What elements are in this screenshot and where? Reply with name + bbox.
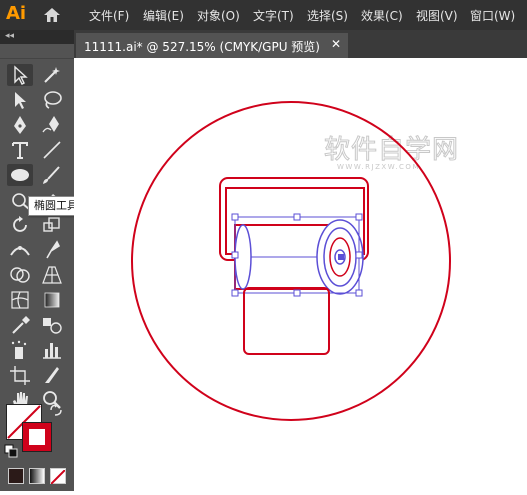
shape-builder-icon bbox=[10, 267, 30, 283]
menu-view[interactable]: 视图(V) bbox=[416, 7, 458, 24]
artboard-icon bbox=[10, 366, 30, 385]
column-graph-tool[interactable] bbox=[39, 339, 65, 361]
magic-wand-tool[interactable] bbox=[39, 64, 65, 86]
app-logo: Ai bbox=[6, 3, 27, 24]
free-transform-icon bbox=[46, 240, 61, 259]
menu-window[interactable]: 窗口(W) bbox=[470, 7, 515, 24]
symbol-sprayer-tool[interactable] bbox=[7, 339, 33, 361]
line-tool[interactable] bbox=[39, 139, 65, 161]
eyedropper-icon bbox=[12, 316, 30, 334]
color-mode-button[interactable] bbox=[8, 468, 24, 484]
none-mode-button[interactable] bbox=[50, 468, 66, 485]
menu-edit[interactable]: 编辑(E) bbox=[143, 7, 184, 24]
width-tool[interactable] bbox=[7, 239, 33, 261]
slice-icon bbox=[45, 367, 59, 383]
perspective-grid-icon bbox=[42, 266, 62, 284]
menu-object[interactable]: 对象(O) bbox=[197, 7, 240, 24]
column-graph-icon bbox=[43, 343, 61, 359]
collapse-panel-icon[interactable]: ◂◂ bbox=[5, 31, 14, 41]
eyedropper-tool[interactable] bbox=[7, 314, 33, 336]
ellipse-tool[interactable] bbox=[7, 164, 33, 186]
menu-bar: Ai 文件(F) 编辑(E) 对象(O) 文字(T) 选择(S) 效果(C) 视… bbox=[0, 0, 527, 30]
rotate-tool[interactable] bbox=[7, 214, 33, 236]
none-slash-icon bbox=[50, 469, 66, 485]
toolbar-header: ◂◂ bbox=[0, 30, 74, 44]
direct-selection-icon bbox=[15, 92, 26, 109]
gradient-tool[interactable] bbox=[39, 289, 65, 311]
perspective-grid-tool[interactable] bbox=[39, 264, 65, 286]
blend-tool[interactable] bbox=[39, 314, 65, 336]
toolbar-divider bbox=[0, 58, 74, 59]
mesh-tool[interactable] bbox=[7, 289, 33, 311]
width-icon bbox=[10, 246, 30, 256]
blend-icon bbox=[43, 318, 62, 334]
swap-colors-icon[interactable] bbox=[48, 402, 64, 418]
close-icon[interactable]: ✕ bbox=[331, 37, 341, 51]
tools-panel bbox=[0, 44, 74, 491]
paintbrush-tool[interactable] bbox=[39, 164, 65, 186]
lasso-tool[interactable] bbox=[39, 89, 65, 111]
symbol-sprayer-icon bbox=[11, 340, 27, 359]
menu-type[interactable]: 文字(T) bbox=[253, 7, 294, 24]
paintbrush-icon bbox=[43, 166, 60, 184]
gradient-icon bbox=[44, 292, 60, 308]
line-segment-icon bbox=[43, 141, 61, 159]
watermark-url: WWW.RJZXW.COM bbox=[337, 163, 420, 171]
type-icon bbox=[12, 142, 28, 159]
gradient-mode-button[interactable] bbox=[29, 468, 45, 484]
free-transform-tool[interactable] bbox=[39, 239, 65, 261]
pen-icon bbox=[14, 116, 26, 134]
lasso-icon bbox=[44, 91, 62, 109]
menu-select[interactable]: 选择(S) bbox=[307, 7, 348, 24]
artwork: 软件自学网 WWW.RJZXW.COM bbox=[131, 101, 459, 421]
rotate-icon bbox=[13, 216, 27, 232]
document-tab[interactable]: 11111.ai* @ 527.15% (CMYK/GPU 预览) ✕ bbox=[76, 33, 348, 58]
artboard-canvas[interactable]: 软件自学网 WWW.RJZXW.COM bbox=[74, 58, 527, 491]
default-colors-icon[interactable] bbox=[4, 443, 18, 458]
curvature-pen-icon bbox=[42, 116, 59, 133]
bottom-box[interactable] bbox=[243, 287, 330, 355]
curvature-tool[interactable] bbox=[39, 114, 65, 136]
selection-tool[interactable] bbox=[7, 64, 33, 86]
stroke-swatch[interactable] bbox=[22, 422, 52, 452]
magic-wand-icon bbox=[44, 67, 60, 83]
ellipse-icon bbox=[11, 169, 29, 181]
scale-icon bbox=[43, 217, 60, 232]
menu-effect[interactable]: 效果(C) bbox=[361, 7, 403, 24]
type-tool[interactable] bbox=[7, 139, 33, 161]
scale-tool[interactable] bbox=[39, 214, 65, 236]
pen-tool[interactable] bbox=[7, 114, 33, 136]
artboard-tool[interactable] bbox=[7, 364, 33, 386]
shape-builder-tool[interactable] bbox=[7, 264, 33, 286]
document-tab-title: 11111.ai* @ 527.15% (CMYK/GPU 预览) bbox=[84, 40, 320, 54]
watermark-text: 软件自学网 bbox=[324, 135, 459, 165]
direct-selection-tool[interactable] bbox=[7, 89, 33, 111]
home-icon[interactable] bbox=[42, 6, 62, 24]
slice-tool[interactable] bbox=[39, 364, 65, 386]
mesh-icon bbox=[11, 291, 29, 309]
selection-arrow-icon bbox=[14, 65, 28, 85]
menu-file[interactable]: 文件(F) bbox=[89, 7, 129, 24]
